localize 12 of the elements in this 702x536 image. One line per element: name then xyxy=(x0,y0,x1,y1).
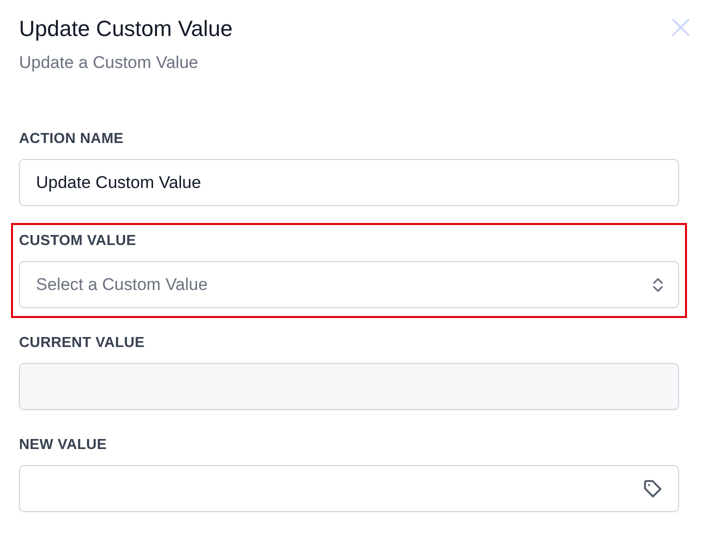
input-field[interactable] xyxy=(19,465,679,512)
field-label: CUSTOM VALUE xyxy=(19,233,136,249)
dialog-title: Update Custom Value xyxy=(19,15,233,43)
tag-icon xyxy=(642,478,664,500)
dialog-subtitle: Update a Custom Value xyxy=(19,52,200,74)
input-field[interactable] xyxy=(19,363,679,410)
input-field[interactable]: Update Custom Value xyxy=(19,159,679,206)
chevron-updown-icon xyxy=(652,276,664,294)
field-label: ACTION NAME xyxy=(19,131,124,147)
select-field[interactable]: Select a Custom Value xyxy=(19,261,679,308)
field-label: NEW VALUE xyxy=(19,437,107,453)
field-label: CURRENT VALUE xyxy=(19,335,145,351)
